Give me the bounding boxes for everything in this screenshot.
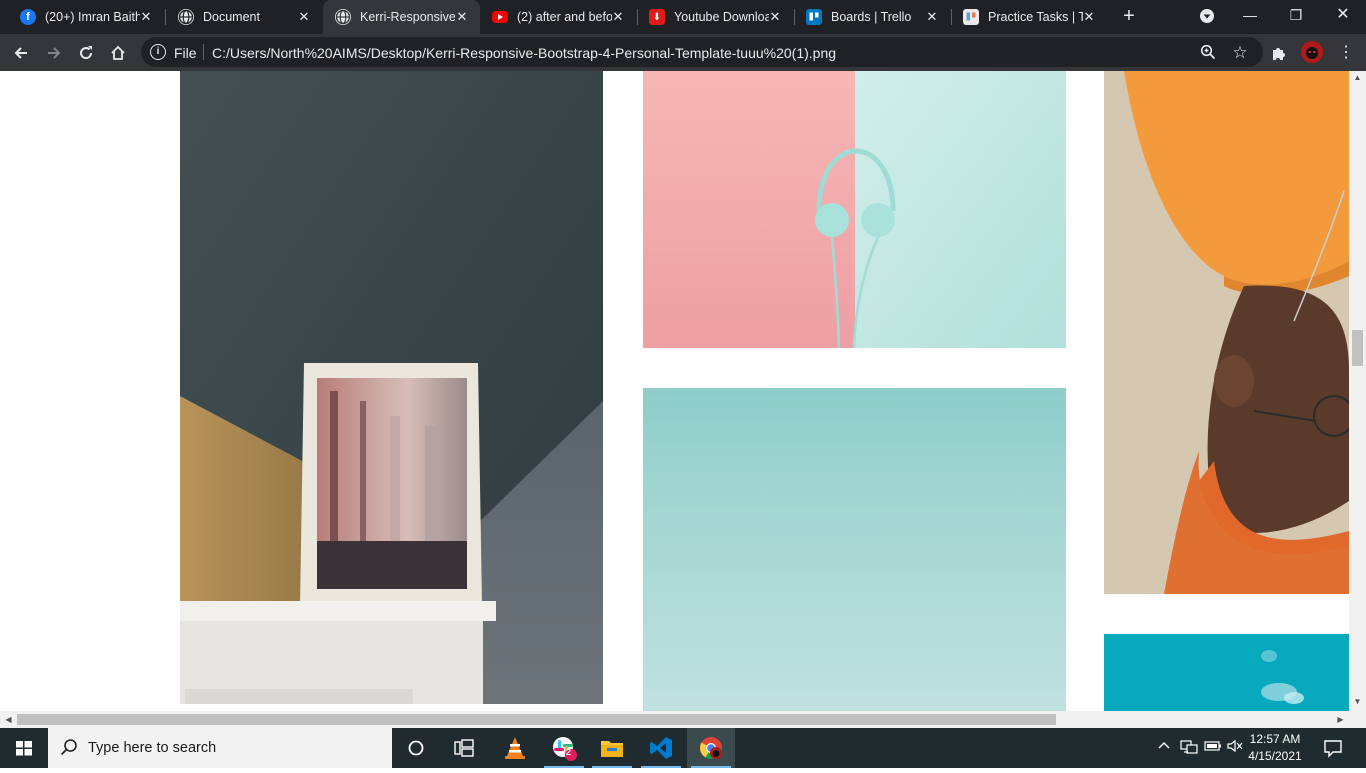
scroll-right-arrow-icon[interactable]: ▶ [1332,713,1349,727]
close-icon[interactable]: ✕ [1081,9,1097,25]
tab-title: (20+) Imran Baith [45,10,140,24]
tab-search-button[interactable] [1184,0,1230,32]
system-clock[interactable]: 12:57 AM 4/15/2021 [1244,731,1306,765]
browser-menu-button[interactable]: ⋮ [1336,40,1356,66]
bookmark-star-icon[interactable]: ☆ [1231,44,1249,62]
cortana-icon[interactable] [392,728,440,768]
tab-title: Youtube Downloa [674,10,769,24]
tab-title: Kerri-Responsive- [360,10,455,24]
scroll-left-arrow-icon[interactable]: ◀ [0,713,17,727]
forward-button[interactable] [41,40,67,66]
show-hidden-icons-chevron-icon[interactable] [1158,739,1170,754]
zoom-icon[interactable] [1199,44,1217,62]
search-placeholder: Type here to search [88,740,217,756]
close-icon[interactable]: ✕ [767,9,783,25]
page-viewport [0,71,1349,711]
taskbar-search-box[interactable]: Type here to search [48,728,392,768]
downloader-icon: ⬇ [649,9,665,25]
vscode-icon[interactable] [637,728,685,768]
close-icon[interactable]: ✕ [296,9,312,25]
action-center-icon[interactable] [1322,737,1344,759]
url-text[interactable]: C:/Users/North%20AIMS/Desktop/Kerri-Resp… [212,45,836,61]
horizontal-scroll-thumb[interactable] [17,714,1056,725]
horizontal-scrollbar[interactable]: ◀ ▶ [0,711,1366,728]
tab-title: Document [203,10,260,24]
tab-title: Practice Tasks | Tr [988,10,1083,24]
trello-icon [963,9,979,25]
restore-button[interactable]: ❐ [1273,0,1319,32]
trello-icon [806,9,822,25]
clock-date: 4/15/2021 [1248,749,1302,763]
search-icon [60,738,80,758]
windows-taskbar: Type here to search 2 12:57 AM 4/15/2021 [0,728,1366,768]
close-window-button[interactable]: ✕ [1320,0,1366,32]
address-bar[interactable]: i File C:/Users/North%20AIMS/Desktop/Ker… [141,37,1263,67]
close-icon[interactable]: ✕ [924,9,940,25]
tab-title: Boards | Trello [831,10,912,24]
headphones-photo [643,71,1066,348]
reload-button[interactable] [73,40,99,66]
tab-strip: f (20+) Imran Baith ✕ Document ✕ Kerri-R… [0,0,1366,34]
tab-document[interactable]: Document ✕ [166,0,322,34]
close-icon[interactable]: ✕ [138,9,154,25]
extensions-puzzle-icon[interactable] [1266,40,1292,66]
mint-gradient-photo [643,388,1066,711]
globe-icon [178,9,194,25]
framed-building-photo [180,71,603,704]
task-view-icon[interactable] [440,728,488,768]
slack-badge-count: 2 [566,747,572,757]
scheme-label: File [174,45,197,61]
minimize-button[interactable]: — [1227,0,1273,32]
new-tab-button[interactable]: + [1118,5,1140,27]
start-button[interactable] [0,728,48,768]
browser-toolbar: i File C:/Users/North%20AIMS/Desktop/Ker… [0,34,1366,71]
tab-kerri-responsive[interactable]: Kerri-Responsive- ✕ [323,0,480,34]
sky-clouds-photo [1104,634,1349,711]
vertical-scrollbar[interactable]: ▲ ▼ [1349,71,1366,711]
network-icon[interactable] [1180,739,1198,758]
address-divider [203,44,204,60]
scroll-up-arrow-icon[interactable]: ▲ [1349,71,1366,85]
info-icon[interactable]: i [150,44,166,60]
vlc-icon[interactable] [491,728,539,768]
volume-muted-icon[interactable] [1227,739,1243,756]
tab-youtube[interactable]: (2) after and befo ✕ [480,0,636,34]
tab-title: (2) after and befo [517,10,612,24]
clock-time: 12:57 AM [1249,732,1301,746]
tab-trello-boards[interactable]: Boards | Trello ✕ [794,0,950,34]
vertical-scroll-thumb[interactable] [1352,330,1363,366]
home-button[interactable] [105,40,131,66]
close-icon[interactable]: ✕ [610,9,626,25]
tab-facebook[interactable]: f (20+) Imran Baith ✕ [8,0,164,34]
profile-avatar[interactable] [1301,41,1323,63]
scroll-down-arrow-icon[interactable]: ▼ [1349,695,1366,709]
tab-youtube-downloader[interactable]: ⬇ Youtube Downloa ✕ [637,0,793,34]
chrome-icon[interactable] [687,728,735,768]
file-explorer-icon[interactable] [588,728,636,768]
close-icon[interactable]: ✕ [454,9,470,25]
tab-practice-tasks[interactable]: Practice Tasks | Tr ✕ [951,0,1107,34]
youtube-icon [492,11,508,23]
battery-icon[interactable] [1204,739,1222,756]
globe-icon [335,9,351,25]
facebook-icon: f [20,9,36,25]
back-button[interactable] [8,40,34,66]
orange-beanie-man-photo [1104,71,1349,594]
slack-icon[interactable]: 2 [540,728,588,768]
